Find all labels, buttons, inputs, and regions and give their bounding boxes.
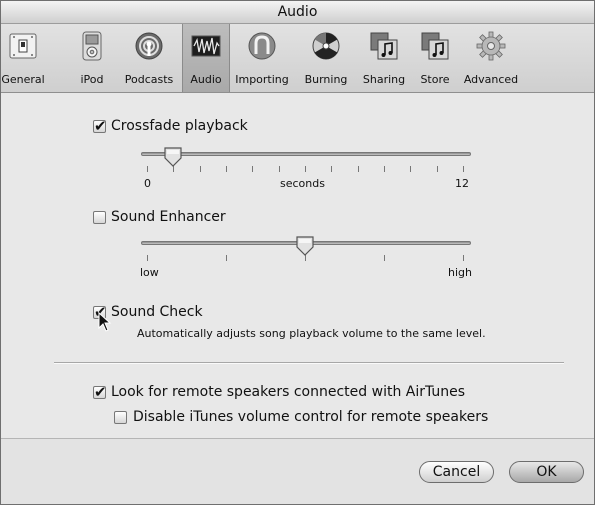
slider-tick: [305, 166, 306, 172]
toolbar-advanced-label: Advanced: [463, 73, 519, 86]
burning-icon: [312, 32, 340, 60]
toolbar-podcasts[interactable]: Podcasts: [120, 24, 178, 92]
airtunes-label[interactable]: Look for remote speakers connected with …: [111, 384, 465, 400]
section-separator: [54, 362, 564, 364]
sound-enhancer-label[interactable]: Sound Enhancer: [111, 209, 226, 225]
toolbar-burning[interactable]: Burning: [299, 24, 353, 92]
disable-volume-label[interactable]: Disable iTunes volume control for remote…: [133, 409, 488, 425]
slider-tick: [331, 166, 332, 172]
toolbar-audio-label: Audio: [190, 73, 222, 86]
toolbar-importing[interactable]: Importing: [232, 24, 292, 92]
slider-tick: [147, 255, 148, 261]
audio-waveform-icon: [191, 35, 221, 57]
crossfade-slider-thumb[interactable]: [163, 146, 183, 168]
gear-icon: [476, 31, 506, 61]
sound-enhancer-slider-thumb[interactable]: [295, 235, 315, 257]
toolbar-general-label: General: [1, 73, 45, 86]
slider-tick: [410, 166, 411, 172]
slider-tick: [437, 166, 438, 172]
slider-tick: [200, 166, 201, 172]
sharing-music-icon: [370, 32, 398, 60]
toolbar-burning-label: Burning: [304, 73, 348, 86]
crossfade-label[interactable]: Crossfade playback: [111, 118, 248, 134]
crossfade-unit-label: seconds: [280, 177, 325, 190]
toolbar-sharing-label: Sharing: [362, 73, 406, 86]
sound-check-description: Automatically adjusts song playback volu…: [137, 327, 486, 340]
general-switch-icon: [9, 33, 37, 59]
toolbar-ipod[interactable]: iPod: [77, 24, 107, 92]
toolbar-podcasts-label: Podcasts: [124, 73, 174, 86]
crossfade-max-label: 12: [455, 177, 469, 190]
window-title: Audio: [277, 4, 318, 20]
sound-enhancer-checkbox[interactable]: [93, 211, 106, 224]
importing-icon: [248, 32, 276, 60]
crossfade-checkbox[interactable]: [93, 117, 107, 135]
sound-check-label[interactable]: Sound Check: [111, 304, 203, 320]
slider-tick: [252, 166, 253, 172]
store-music-icon: [421, 32, 449, 60]
title-bar[interactable]: Audio: [1, 1, 594, 24]
disable-volume-checkbox[interactable]: [114, 411, 127, 424]
preferences-toolbar: General iPod Podcasts Audio Importing Bu…: [1, 24, 594, 93]
slider-tick: [463, 255, 464, 261]
mouse-pointer-icon: [98, 312, 112, 332]
slider-tick: [384, 166, 385, 172]
audio-settings-panel: Crossfade playback 0 seconds 12 Sound En…: [1, 93, 594, 436]
slider-tick: [463, 166, 464, 172]
crossfade-min-label: 0: [144, 177, 151, 190]
toolbar-general[interactable]: General: [1, 24, 45, 92]
slider-tick: [384, 255, 385, 261]
toolbar-ipod-label: iPod: [80, 73, 104, 86]
toolbar-sharing[interactable]: Sharing: [359, 24, 409, 92]
slider-tick: [358, 166, 359, 172]
airtunes-checkbox[interactable]: [93, 383, 107, 401]
sound-enhancer-high-label: high: [448, 266, 472, 279]
cancel-button[interactable]: Cancel: [419, 461, 494, 483]
slider-tick: [279, 166, 280, 172]
crossfade-slider-track[interactable]: [141, 152, 471, 156]
toolbar-audio[interactable]: Audio: [182, 24, 230, 92]
toolbar-store-label: Store: [420, 73, 450, 86]
button-bar: Cancel OK: [1, 438, 594, 504]
preferences-window: Audio General iPod Podcasts Audio Import…: [0, 0, 595, 505]
toolbar-advanced[interactable]: Advanced: [460, 24, 522, 92]
slider-tick: [226, 255, 227, 261]
ipod-icon: [82, 31, 102, 61]
slider-tick: [147, 166, 148, 172]
podcast-icon: [135, 32, 163, 60]
toolbar-importing-label: Importing: [235, 73, 289, 86]
sound-enhancer-low-label: low: [140, 266, 159, 279]
ok-button[interactable]: OK: [509, 461, 584, 483]
slider-tick: [226, 166, 227, 172]
toolbar-store[interactable]: Store: [415, 24, 455, 92]
